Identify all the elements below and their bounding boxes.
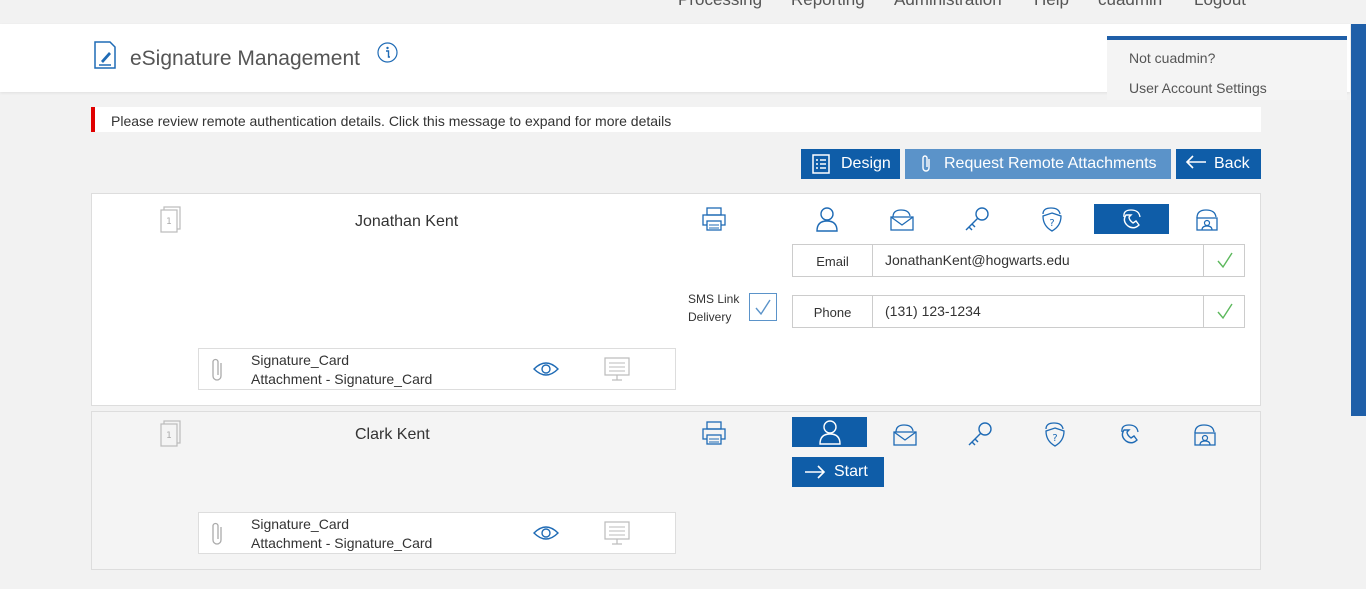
attachment-name: Signature_Card	[251, 352, 350, 368]
design-button[interactable]: Design	[801, 149, 900, 179]
id-card-icon	[1195, 209, 1218, 231]
not-user-link[interactable]: Not cuadmin?	[1129, 50, 1215, 66]
start-button-label: Start	[834, 463, 868, 480]
signer-name: Jonathan Kent	[355, 213, 459, 230]
svg-text:1: 1	[166, 217, 172, 227]
back-button[interactable]: Back	[1176, 149, 1261, 179]
paperclip-icon	[212, 522, 222, 545]
method-security-question[interactable]: ?	[1017, 419, 1092, 449]
nav-user[interactable]: cuadmin	[1098, 0, 1162, 10]
alert-message[interactable]: Please review remote authentication deta…	[91, 107, 1261, 132]
design-button-label: Design	[841, 155, 891, 172]
document-sign-icon	[94, 41, 116, 69]
signer-card: 1 Clark Kent ? Start Signature_Card Atta…	[91, 411, 1261, 570]
signer-card: 1 Jonathan Kent ? Email SMS Link Deliver…	[91, 193, 1261, 406]
shield-question-icon: ?	[1041, 207, 1062, 232]
attachment-description: Attachment - Signature_Card	[251, 371, 433, 387]
attachment-item: Signature_Card Attachment - Signature_Ca…	[198, 348, 676, 390]
phone-icon	[1122, 209, 1141, 229]
nav-processing[interactable]: Processing	[678, 0, 762, 10]
method-phone[interactable]	[1092, 419, 1167, 449]
checkmark-icon	[1217, 303, 1233, 320]
attachment-description: Attachment - Signature_Card	[251, 535, 433, 551]
attachment-item: Signature_Card Attachment - Signature_Ca…	[198, 512, 676, 554]
sms-label-line2: Delivery	[688, 310, 732, 324]
method-in-person[interactable]	[789, 204, 864, 234]
eye-icon[interactable]	[533, 361, 559, 377]
list-icon	[812, 154, 830, 174]
printer-icon[interactable]	[701, 420, 727, 446]
nav-help[interactable]: Help	[1034, 0, 1069, 10]
key-icon	[965, 207, 989, 231]
checkmark-icon	[1217, 252, 1233, 269]
email-field[interactable]	[885, 245, 1195, 276]
phone-label: Phone	[793, 296, 873, 327]
email-field-row: Email	[792, 244, 1245, 277]
info-icon[interactable]	[377, 42, 398, 63]
person-icon	[818, 420, 841, 445]
nav-logout[interactable]: Logout	[1194, 0, 1246, 10]
method-key[interactable]	[939, 204, 1014, 234]
key-icon	[968, 422, 992, 446]
person-icon	[815, 207, 838, 232]
svg-text:?: ?	[1052, 433, 1057, 444]
phone-icon	[1120, 424, 1139, 444]
method-phone[interactable]	[1094, 204, 1169, 234]
top-navigation: Processing Reporting Administration Help…	[0, 0, 1366, 14]
user-dropdown-menu: Not cuadmin? User Account Settings	[1107, 36, 1347, 100]
email-cloud-icon	[892, 424, 917, 446]
request-button-label: Request Remote Attachments	[944, 155, 1157, 172]
svg-text:?: ?	[1049, 218, 1054, 229]
arrow-right-icon	[805, 465, 826, 479]
method-key[interactable]	[942, 419, 1017, 449]
back-button-label: Back	[1214, 155, 1250, 172]
paperclip-icon	[922, 155, 930, 172]
phone-field[interactable]	[885, 296, 1195, 327]
scrollbar[interactable]	[1351, 24, 1366, 416]
nav-administration[interactable]: Administration	[894, 0, 1002, 10]
signature-pad-icon	[604, 521, 630, 545]
sms-label-line1: SMS Link	[688, 292, 740, 306]
email-cloud-icon	[889, 209, 914, 231]
signature-pad-icon	[604, 357, 630, 381]
email-valid-indicator	[1203, 245, 1244, 276]
arrow-left-icon	[1185, 155, 1206, 169]
method-email[interactable]	[867, 419, 942, 449]
nav-reporting[interactable]: Reporting	[791, 0, 865, 10]
paperclip-icon	[212, 358, 222, 381]
document-icon: 1	[160, 206, 181, 233]
sms-link-delivery-label: SMS Link Delivery	[688, 290, 739, 326]
method-email[interactable]	[864, 204, 939, 234]
email-label: Email	[793, 245, 873, 276]
method-security-question[interactable]: ?	[1014, 204, 1089, 234]
svg-text:1: 1	[166, 431, 172, 441]
shield-question-icon: ?	[1044, 422, 1065, 447]
start-button[interactable]: Start	[792, 457, 884, 487]
document-icon: 1	[160, 420, 181, 447]
method-id-verification[interactable]	[1169, 204, 1244, 234]
request-remote-attachments-button[interactable]: Request Remote Attachments	[905, 149, 1171, 179]
page-title: eSignature Management	[130, 47, 360, 70]
phone-field-row: Phone	[792, 295, 1245, 328]
printer-icon[interactable]	[701, 206, 727, 232]
phone-valid-indicator	[1203, 296, 1244, 327]
id-card-icon	[1193, 424, 1216, 446]
method-in-person[interactable]	[792, 417, 867, 447]
checkmark-icon	[755, 299, 771, 316]
eye-icon[interactable]	[533, 525, 559, 541]
signer-name: Clark Kent	[355, 426, 430, 443]
method-id-verification[interactable]	[1167, 419, 1242, 449]
sms-link-delivery-checkbox[interactable]	[749, 293, 777, 321]
attachment-name: Signature_Card	[251, 516, 350, 532]
user-account-settings-link[interactable]: User Account Settings	[1129, 80, 1267, 96]
